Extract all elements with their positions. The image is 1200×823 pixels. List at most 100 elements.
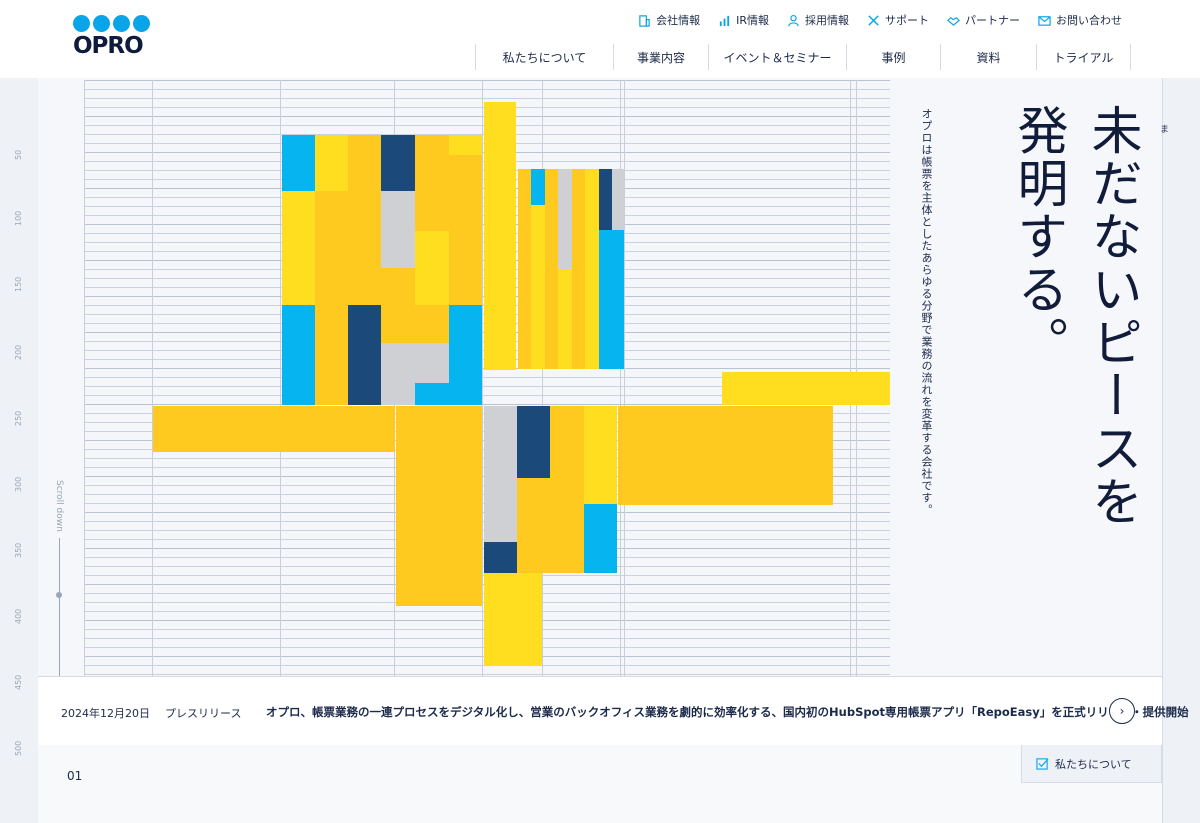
grid-column-line: [624, 80, 625, 676]
hero-ruby: ま: [1160, 125, 1170, 135]
nav-about[interactable]: 私たちについて: [475, 44, 613, 70]
nav-documents[interactable]: 資料: [940, 44, 1036, 70]
nav-business[interactable]: 事業内容: [613, 44, 708, 70]
news-bar[interactable]: 2024年12月20日 プレスリリース オプロ、帳票業務の一連プロセスをデジタル…: [38, 676, 1189, 746]
piece-block: [315, 135, 348, 191]
tools-icon: [868, 14, 879, 26]
ruler-tick: 350: [14, 542, 23, 558]
utility-link-ir[interactable]: IR情報: [718, 12, 769, 28]
piece-block: [484, 102, 516, 370]
piece-block: [484, 573, 542, 666]
section-tag-label: 私たちについて: [1055, 757, 1132, 771]
grid-row-line: [84, 80, 890, 81]
ruler-tick: 300: [14, 476, 23, 492]
piece-block: [599, 270, 624, 369]
news-next-button[interactable]: ›: [1109, 698, 1135, 724]
utility-label: 会社情報: [656, 14, 701, 27]
utility-link-recruit[interactable]: 採用情報: [787, 12, 849, 28]
piece-block: [415, 231, 449, 305]
piece-block: [282, 191, 315, 305]
piece-block: [449, 305, 482, 405]
grid-row-line: [84, 98, 890, 99]
piece-block: [381, 343, 449, 383]
about-section: 01: [38, 745, 1162, 823]
nav-events[interactable]: イベント＆セミナー: [708, 44, 846, 70]
mail-icon: [1038, 15, 1051, 26]
utility-label: お問い合わせ: [1056, 14, 1122, 27]
utility-link-support[interactable]: サポート: [867, 12, 929, 28]
news-category: プレスリリース: [165, 707, 242, 720]
piece-block: [558, 269, 572, 369]
vertical-ruler: 50 100 150 200 250 300 350 400 450 500: [0, 78, 39, 823]
grid-column-line: [84, 80, 85, 676]
nav-trial[interactable]: トライアル: [1036, 44, 1131, 70]
piece-block: [545, 169, 558, 369]
piece-block: [484, 542, 517, 573]
piece-block: [584, 504, 617, 573]
piece-block: [282, 305, 315, 405]
piece-block: [531, 205, 545, 369]
piece-block: [585, 169, 599, 369]
piece-block: [531, 169, 545, 205]
piece-block: [415, 191, 449, 231]
piece-block: [550, 406, 584, 573]
utility-link-partner[interactable]: パートナー: [947, 12, 1020, 28]
utility-label: サポート: [885, 14, 929, 27]
piece-block: [618, 406, 833, 505]
nav-cases[interactable]: 事例: [846, 44, 940, 70]
scroll-line: [59, 538, 60, 678]
grid-row-line: [84, 674, 890, 675]
piece-block: [449, 191, 482, 305]
grid-column-line: [280, 80, 281, 676]
piece-block: [315, 191, 348, 305]
ruler-tick: 150: [14, 276, 23, 292]
scroll-indicator[interactable]: Scroll down: [52, 480, 68, 680]
piece-block: [415, 383, 449, 405]
scroll-knob: [56, 592, 62, 598]
piece-block: [599, 230, 624, 270]
building-icon: [639, 14, 650, 27]
piece-block: [584, 406, 617, 504]
piece-block: [282, 135, 315, 191]
piece-block: [381, 305, 415, 343]
hero-spreadsheet-graphic: [84, 80, 890, 676]
ruler-tick: 500: [14, 740, 23, 756]
main-nav: 私たちについて 事業内容 イベント＆セミナー 事例 資料 トライアル: [475, 44, 1131, 72]
bar-chart-icon: [719, 15, 730, 26]
piece-block: [381, 191, 415, 268]
ruler-tick: 50: [14, 149, 23, 160]
piece-block: [484, 406, 517, 542]
utility-label: IR情報: [736, 14, 769, 27]
grid-row-line: [84, 89, 890, 90]
news-date: 2024年12月20日: [61, 707, 150, 720]
piece-block: [722, 372, 890, 405]
utility-link-contact[interactable]: お問い合わせ: [1038, 12, 1122, 28]
news-title-link[interactable]: オプロ、帳票業務の一連プロセスをデジタル化し、営業のバックオフィス業務を劇的に効…: [266, 704, 1189, 720]
piece-block: [558, 169, 572, 269]
chevron-right-icon: ›: [1119, 704, 1125, 718]
ruler-tick: 400: [14, 608, 23, 624]
piece-block: [518, 169, 531, 369]
piece-block: [415, 305, 449, 343]
piece-block: [348, 305, 381, 405]
utility-nav: 会社情報 IR情報 採用情報 サポート パートナー お問い合わせ: [638, 12, 1122, 28]
site-header: OPRO 会社情報 IR情報 採用情報 サポート パートナー お問い合わせ 私た…: [0, 0, 1200, 79]
opro-logo[interactable]: OPRO: [73, 15, 151, 61]
piece-block: [153, 406, 395, 452]
piece-block: [381, 268, 415, 305]
handshake-icon: [947, 16, 960, 26]
check-square-icon: [1036, 758, 1049, 770]
section-tag-about[interactable]: 私たちについて: [1021, 745, 1162, 783]
ruler-tick: 250: [14, 410, 23, 426]
piece-block: [315, 305, 348, 405]
scroll-label: Scroll down: [54, 480, 64, 532]
hero-headline: 未だないピースを発明する。: [1008, 104, 1141, 528]
grid-column-line: [152, 80, 153, 676]
piece-block: [449, 135, 482, 155]
hero-subtext: オプロは帳票を主体としたあらゆる分野で業務の流れを変革する会社です。: [920, 108, 933, 516]
piece-block: [572, 169, 585, 369]
piece-block: [517, 406, 550, 478]
piece-block: [381, 135, 415, 191]
utility-link-company[interactable]: 会社情報: [638, 12, 700, 28]
piece-block: [415, 135, 449, 191]
